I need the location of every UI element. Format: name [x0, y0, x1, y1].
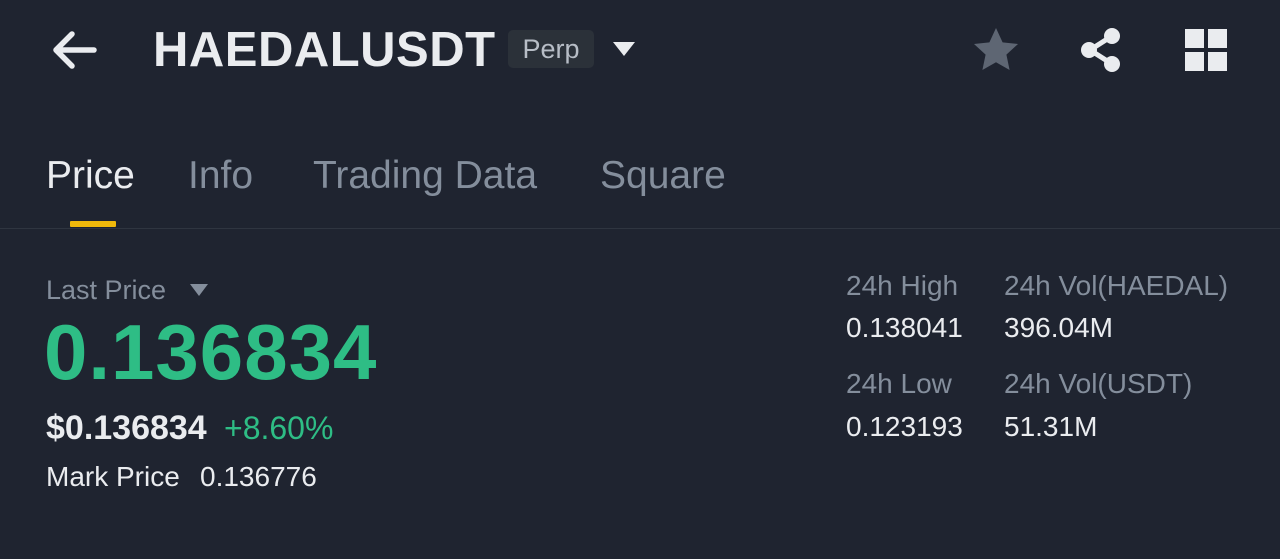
contract-type-badge: Perp [508, 30, 594, 68]
symbol-dropdown-button[interactable] [610, 38, 638, 60]
24h-low-value: 0.123193 [846, 411, 963, 442]
usd-price: $0.136834 [46, 409, 207, 447]
share-button[interactable] [1075, 25, 1127, 75]
24h-vol-base-value: 396.04M [1004, 312, 1113, 343]
24h-high-label: 24h High [846, 270, 959, 301]
star-icon [974, 28, 1018, 70]
mark-price-value: 0.136776 [200, 461, 317, 492]
caret-down-icon [613, 42, 635, 56]
mark-price-label: Mark Price [46, 461, 180, 492]
active-tab-indicator [70, 221, 116, 227]
last-price-dropdown[interactable] [189, 283, 209, 297]
24h-low-label: 24h Low [846, 368, 952, 399]
24h-high-value: 0.138041 [846, 312, 963, 343]
symbol-title[interactable]: HAEDALUSDT [153, 22, 496, 78]
back-button[interactable] [40, 22, 112, 78]
24h-vol-quote-label: 24h Vol(USDT) [1004, 368, 1193, 399]
tabs-divider [0, 228, 1280, 229]
layout-grid-button[interactable] [1180, 25, 1232, 75]
favorite-button[interactable] [970, 25, 1022, 75]
share-icon [1081, 28, 1120, 72]
24h-vol-base-label: 24h Vol(HAEDAL) [1004, 270, 1229, 301]
tab-trading-data[interactable]: Trading Data [313, 148, 537, 204]
tab-square[interactable]: Square [600, 148, 726, 204]
tab-info[interactable]: Info [188, 148, 253, 204]
back-arrow-icon [53, 31, 97, 69]
24h-vol-quote-value: 51.31M [1004, 411, 1098, 442]
caret-down-icon [190, 284, 208, 296]
grid-icon [1185, 29, 1227, 71]
price-change-percent: +8.60% [224, 410, 334, 446]
last-price-label[interactable]: Last Price [46, 272, 166, 308]
last-price-value: 0.136834 [44, 308, 378, 396]
tab-price[interactable]: Price [46, 148, 135, 204]
